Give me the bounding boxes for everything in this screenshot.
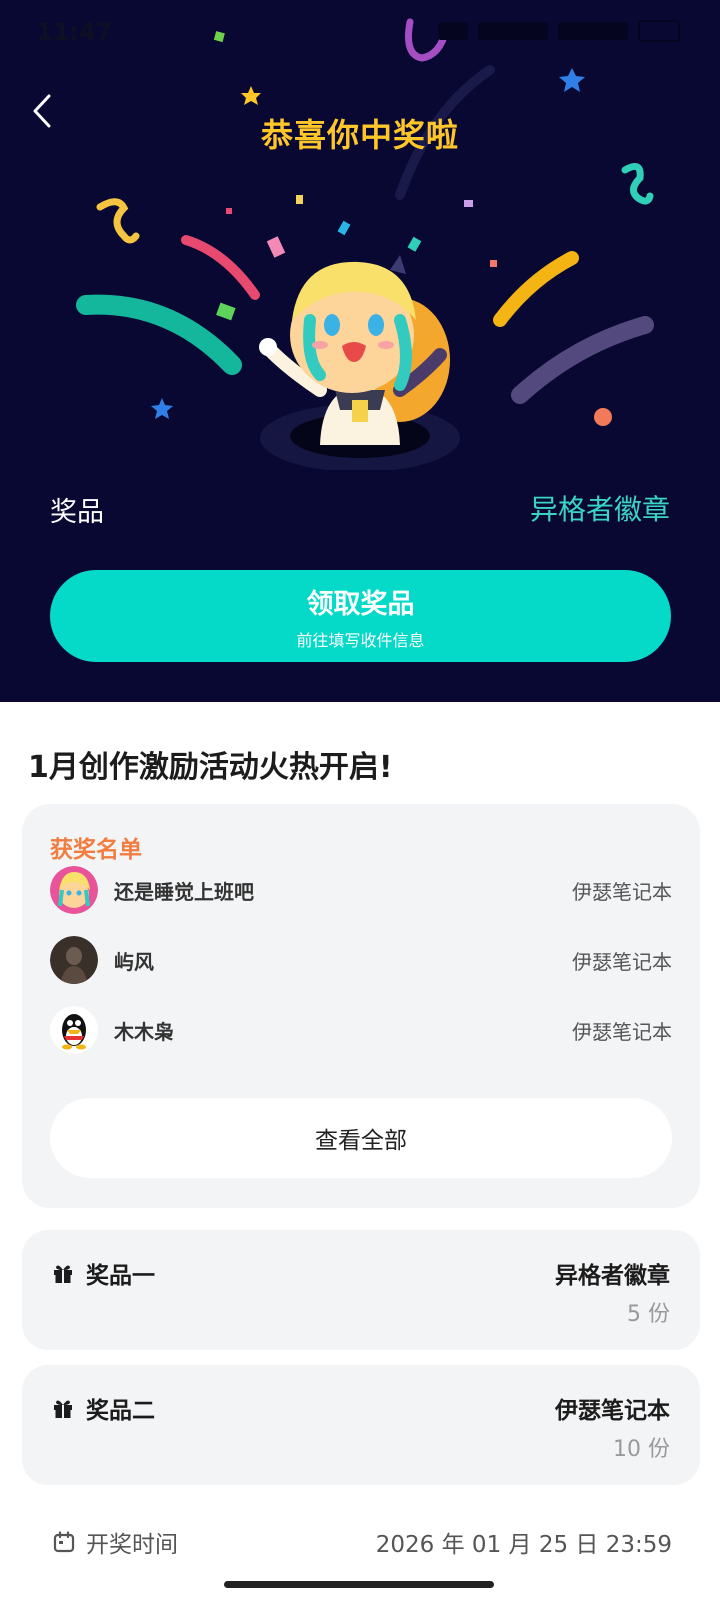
winners-card: 获奖名单 还是睡觉上班吧 伊瑟笔记本 屿风 伊瑟笔记本 木木枭 伊瑟笔记本 查看… <box>22 804 700 1208</box>
signal-icon <box>438 22 468 40</box>
avatar <box>50 1006 98 1054</box>
view-all-button[interactable]: 查看全部 <box>50 1098 672 1178</box>
winner-prize: 伊瑟笔记本 <box>572 949 672 974</box>
battery-icon <box>638 20 680 42</box>
winners-title: 获奖名单 <box>50 837 142 863</box>
prize-item-name: 异格者徽章 <box>555 1263 670 1289</box>
prize-label: 奖品 <box>50 497 104 528</box>
signal-strength-icon <box>558 22 628 40</box>
prize-item-count: 10 份 <box>613 1437 670 1462</box>
winner-row[interactable]: 屿风 伊瑟笔记本 <box>50 934 672 986</box>
claim-button-sublabel: 前往填写收件信息 <box>296 630 425 650</box>
status-time: 11:47 <box>36 18 113 46</box>
gift-icon <box>54 1265 72 1283</box>
prize-item-label: 奖品二 <box>52 1391 155 1425</box>
winner-prize: 伊瑟笔记本 <box>572 1019 672 1044</box>
calendar-icon <box>53 1531 75 1553</box>
prize-item-title: 奖品二 <box>86 1398 155 1424</box>
mascot-illustration <box>259 255 460 470</box>
claim-button-label: 领取奖品 <box>306 588 415 620</box>
prize-card: 奖品一 异格者徽章 5 份 <box>22 1230 700 1350</box>
congrats-title: 恭喜你中奖啦 <box>260 116 459 154</box>
draw-label-group: 开奖时间 <box>52 1525 178 1559</box>
event-title: 1月创作激励活动火热开启! <box>28 750 393 785</box>
avatar <box>50 866 98 914</box>
hero-banner: 11:47 恭喜你中奖啦 奖品 异格者徽章 领取奖品 前往填写收件信息 <box>0 0 720 702</box>
winner-row[interactable]: 木木枭 伊瑟笔记本 <box>50 1004 672 1056</box>
prize-item-count: 5 份 <box>627 1302 670 1327</box>
draw-time-row: 开奖时间 2026 年 01 月 25 日 23:59 <box>52 1522 672 1562</box>
gift-icon <box>54 1400 72 1418</box>
winner-name: 还是睡觉上班吧 <box>114 879 254 904</box>
draw-label: 开奖时间 <box>86 1532 178 1558</box>
claim-prize-button[interactable]: 领取奖品 前往填写收件信息 <box>50 570 671 662</box>
prize-item-name: 伊瑟笔记本 <box>555 1398 670 1424</box>
avatar <box>50 936 98 984</box>
home-indicator[interactable] <box>224 1581 494 1588</box>
status-icons <box>438 20 680 42</box>
network-icon <box>478 22 548 40</box>
winner-name: 屿风 <box>114 949 154 974</box>
prize-value: 异格者徽章 <box>529 493 670 526</box>
winner-prize: 伊瑟笔记本 <box>572 879 672 904</box>
status-bar: 11:47 <box>0 0 720 64</box>
prize-item-label: 奖品一 <box>52 1256 155 1290</box>
prize-item-title: 奖品一 <box>86 1263 155 1289</box>
draw-time: 2026 年 01 月 25 日 23:59 <box>375 1532 672 1558</box>
winner-row[interactable]: 还是睡觉上班吧 伊瑟笔记本 <box>50 864 672 916</box>
winner-name: 木木枭 <box>114 1019 174 1044</box>
prize-card: 奖品二 伊瑟笔记本 10 份 <box>22 1365 700 1485</box>
